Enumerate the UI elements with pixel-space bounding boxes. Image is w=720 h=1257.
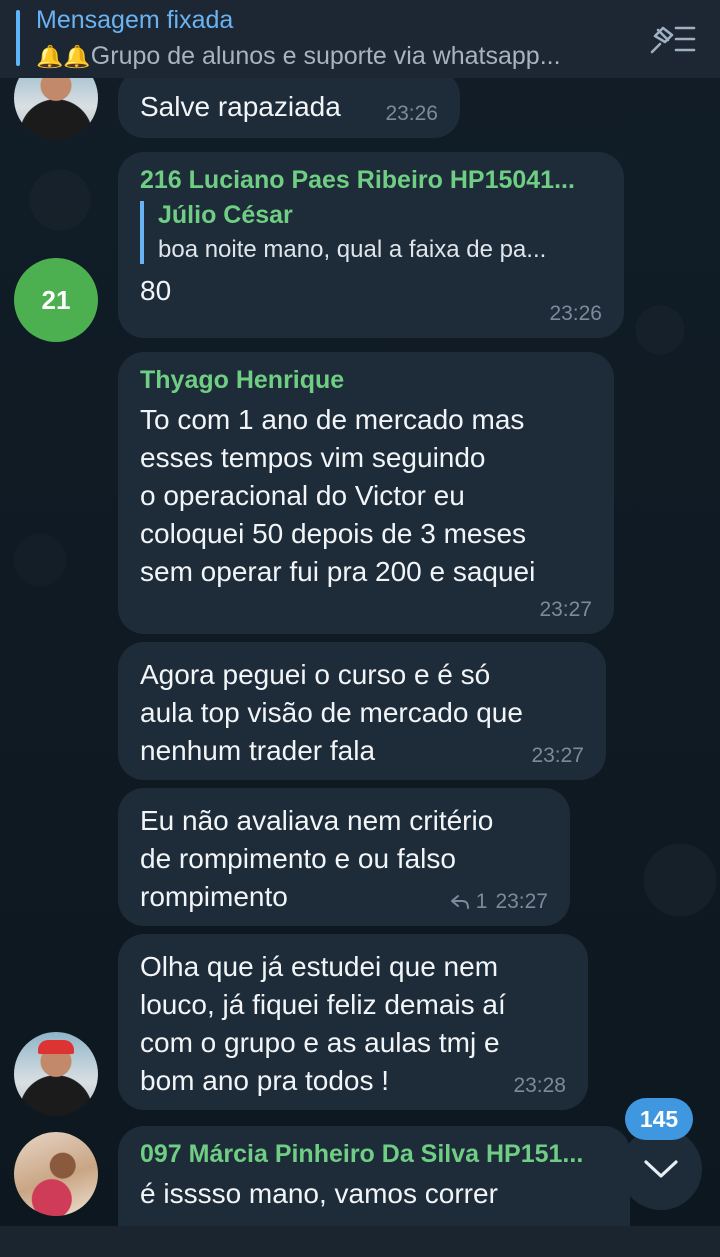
scroll-down-button[interactable] bbox=[620, 1128, 702, 1210]
avatar-initials[interactable]: 21 bbox=[14, 258, 98, 342]
reply-quote-text: boa noite mano, qual a faixa de pa... bbox=[158, 236, 547, 263]
message-line: To com 1 ano de mercado mas bbox=[140, 404, 525, 435]
message-line: de rompimento e ou falso bbox=[140, 843, 456, 874]
pin-list-icon[interactable] bbox=[648, 22, 696, 56]
bell-icon: 🔔🔔 bbox=[36, 44, 91, 69]
avatar-cap-shape bbox=[38, 1040, 74, 1054]
message-line: esses tempos vim seguindo bbox=[140, 442, 486, 473]
message-line: aula top visão de mercado que bbox=[140, 697, 523, 728]
message-bubble[interactable]: Agora peguei o curso e é só aula top vis… bbox=[118, 642, 606, 780]
message-bubble[interactable]: Thyago Henrique To com 1 ano de mercado … bbox=[118, 352, 614, 634]
message-line: sem operar fui pra 200 e saquei bbox=[140, 556, 536, 587]
pinned-message-bar[interactable]: Mensagem fixada 🔔🔔Grupo de alunos e supo… bbox=[0, 0, 720, 78]
message-time: 23:27 bbox=[495, 890, 548, 913]
message-bubble[interactable]: Olha que já estudei que nem louco, já fi… bbox=[118, 934, 588, 1110]
message-line: nenhum trader fala bbox=[140, 735, 376, 766]
message-text: To com 1 ano de mercado mas esses tempos… bbox=[140, 401, 592, 591]
message-line: Eu não avaliava nem critério bbox=[140, 805, 494, 836]
message-line: Agora peguei o curso e é só bbox=[140, 659, 491, 690]
reply-quote[interactable]: Júlio César boa noite mano, qual a faixa… bbox=[140, 201, 602, 264]
message-text: Olha que já estudei que nem louco, já fi… bbox=[140, 948, 566, 1100]
reply-arrow-icon bbox=[450, 895, 469, 909]
message-bubble[interactable]: 216 Luciano Paes Ribeiro HP15041... Júli… bbox=[118, 152, 624, 338]
message-meta: 1 23:27 bbox=[450, 890, 548, 914]
message-line: o operacional do Victor eu bbox=[140, 480, 465, 511]
avatar[interactable] bbox=[14, 1132, 98, 1216]
input-bar[interactable] bbox=[0, 1226, 720, 1257]
reply-quote-name: Júlio César bbox=[158, 201, 293, 229]
message-time: 23:26 bbox=[385, 102, 438, 125]
message-time: 23:26 bbox=[549, 302, 602, 325]
message-text: é isssso mano, vamos correr bbox=[140, 1178, 498, 1209]
message-sender[interactable]: 097 Márcia Pinheiro Da Silva HP151... bbox=[140, 1140, 608, 1169]
message-bubble[interactable]: Salve rapaziada 23:26 bbox=[118, 70, 460, 138]
pinned-title: Mensagem fixada bbox=[36, 6, 234, 34]
message-time: 23:27 bbox=[531, 744, 584, 767]
message-text: 80 bbox=[140, 275, 172, 306]
message-line: coloquei 50 depois de 3 meses bbox=[140, 518, 527, 549]
chevron-down-icon bbox=[644, 1160, 678, 1178]
message-sender[interactable]: Thyago Henrique bbox=[140, 366, 592, 395]
message-line: Olha que já estudei que nem bbox=[140, 951, 499, 982]
unread-count-badge: 145 bbox=[625, 1098, 693, 1140]
avatar[interactable] bbox=[14, 1032, 98, 1116]
message-line: louco, já fiquei feliz demais aí bbox=[140, 989, 506, 1020]
message-time: 23:27 bbox=[539, 598, 592, 621]
pinned-indicator bbox=[16, 10, 20, 66]
pinned-text-content: Grupo de alunos e suporte via whatsapp..… bbox=[90, 42, 561, 70]
message-line: bom ano pra todos ! bbox=[140, 1065, 390, 1096]
message-bubble[interactable]: Eu não avaliava nem critério de rompimen… bbox=[118, 788, 570, 926]
message-time: 23:28 bbox=[513, 1074, 566, 1097]
pinned-text: 🔔🔔Grupo de alunos e suporte via whatsapp… bbox=[36, 42, 636, 71]
message-text: Agora peguei o curso e é só aula top vis… bbox=[140, 656, 584, 770]
reply-count[interactable]: 1 bbox=[476, 890, 488, 914]
message-sender[interactable]: 216 Luciano Paes Ribeiro HP15041... bbox=[140, 166, 602, 195]
message-line: com o grupo e as aulas tmj e bbox=[140, 1027, 500, 1058]
